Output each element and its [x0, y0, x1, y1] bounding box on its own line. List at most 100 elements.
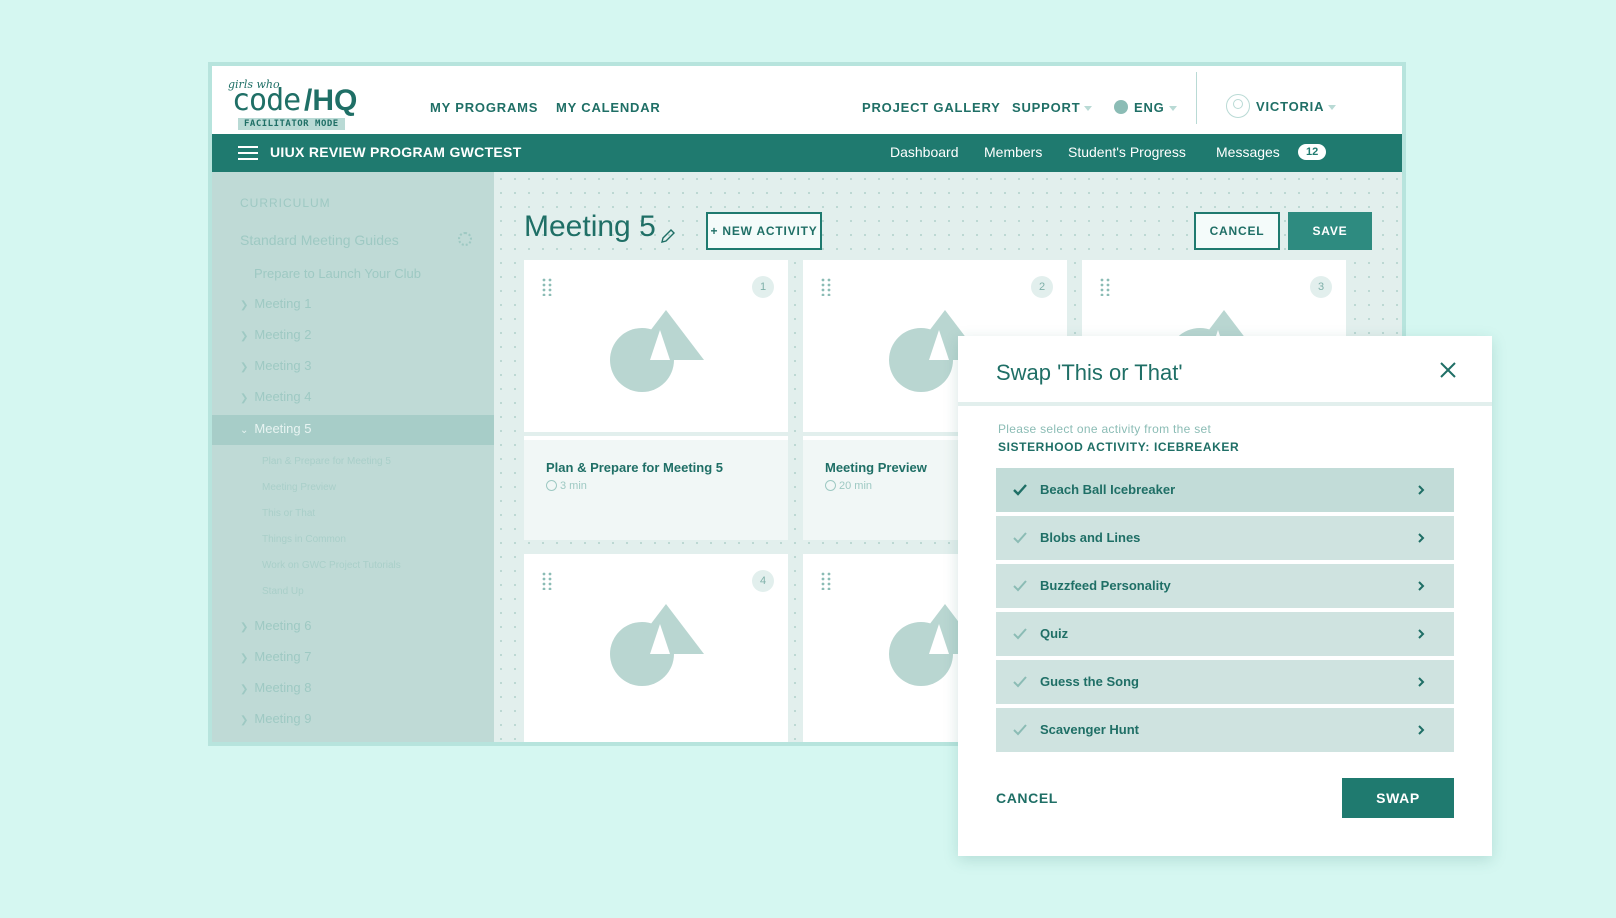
activity-info: Plan & Prepare for Meeting 5 3 min [524, 440, 788, 540]
activity-set-name: SISTERHOOD ACTIVITY: ICEBREAKER [998, 440, 1240, 454]
language-selector[interactable]: ENG [1114, 100, 1177, 115]
sidebar-item-label: Meeting 4 [254, 389, 312, 404]
sidebar-subitem[interactable]: This or That [262, 508, 315, 519]
activity-option-blobs-and-lines[interactable]: Blobs and Lines [996, 516, 1454, 560]
placeholder-shapes-icon [610, 310, 704, 392]
sidebar-item-label: Meeting 9 [254, 711, 312, 726]
chevron-right-icon: ❯ [240, 684, 249, 695]
activity-number: 3 [1310, 276, 1332, 298]
sidebar-item-prepare[interactable]: Prepare to Launch Your Club [254, 266, 421, 281]
activity-card[interactable]: 4 [524, 554, 788, 742]
program-nav-dashboard[interactable]: Dashboard [890, 144, 959, 160]
nav-project-gallery[interactable]: PROJECT GALLERY [862, 100, 1001, 115]
sidebar-subitem[interactable]: Stand Up [262, 586, 304, 597]
sidebar-subitem[interactable]: Work on GWC Project Tutorials [262, 560, 401, 571]
sidebar-item-label: Meeting 2 [254, 327, 312, 342]
activity-option-buzzfeed-personality[interactable]: Buzzfeed Personality [996, 564, 1454, 608]
modal-hint: Please select one activity from the set [998, 422, 1212, 436]
activity-card[interactable]: 1 Plan & Prepare for Meeting 5 3 min [524, 260, 788, 540]
sidebar-item-meeting-2[interactable]: ❯ Meeting 2 [240, 327, 311, 342]
chevron-right-icon: ❯ [240, 715, 249, 726]
sidebar-item-label: Meeting 1 [254, 296, 312, 311]
chevron-down-icon: ⌄ [240, 425, 249, 436]
activity-duration: 20 min [825, 480, 872, 492]
sidebar-item-label: Meeting 7 [254, 649, 312, 664]
sidebar-item-meeting-7[interactable]: ❯ Meeting 7 [240, 649, 311, 664]
girls-who-code-hq-logo[interactable]: girls who code /HQ FACILITATOR MODE [228, 78, 368, 130]
chevron-down-icon [1328, 105, 1337, 111]
curriculum-sidebar: CURRICULUM Standard Meeting Guides Prepa… [212, 172, 494, 742]
close-icon[interactable] [1436, 358, 1460, 382]
sidebar-item-meeting-6[interactable]: ❯ Meeting 6 [240, 618, 311, 633]
activity-option-beach-ball[interactable]: Beach Ball Icebreaker [996, 468, 1454, 512]
drag-handle-icon[interactable] [821, 278, 831, 296]
user-name: VICTORIA [1256, 99, 1325, 114]
program-nav-members[interactable]: Members [984, 144, 1042, 160]
new-activity-button[interactable]: + NEW ACTIVITY [706, 212, 822, 250]
activity-option-quiz[interactable]: Quiz [996, 612, 1454, 656]
program-bar: UIUX REVIEW PROGRAM GWCTEST Dashboard Me… [212, 134, 1402, 172]
duration-label: 3 min [560, 480, 587, 492]
gear-icon[interactable] [458, 232, 472, 246]
check-icon [1013, 580, 1027, 592]
messages-count-badge: 12 [1298, 144, 1327, 160]
activity-option-scavenger-hunt[interactable]: Scavenger Hunt [996, 708, 1454, 752]
swap-button[interactable]: SWAP [1342, 778, 1454, 818]
pencil-icon[interactable] [660, 228, 676, 244]
sidebar-item-meeting-4[interactable]: ❯ Meeting 4 [240, 389, 311, 404]
nav-support[interactable]: SUPPORT [1012, 100, 1093, 115]
chevron-down-icon [1168, 106, 1177, 112]
activity-option-label: Scavenger Hunt [1040, 722, 1139, 737]
swap-activity-modal: Swap 'This or That' Please select one ac… [958, 336, 1492, 856]
drag-handle-icon[interactable] [542, 278, 552, 296]
sidebar-item-meeting-8[interactable]: ❯ Meeting 8 [240, 680, 311, 695]
top-navigation-bar: girls who code /HQ FACILITATOR MODE MY P… [212, 66, 1402, 134]
sidebar-section-label: CURRICULUM [240, 196, 331, 210]
chevron-right-icon [1418, 725, 1425, 735]
chevron-right-icon: ❯ [240, 300, 249, 311]
modal-divider [958, 402, 1492, 406]
logo-hq: /HQ [304, 84, 358, 117]
chevron-right-icon [1418, 533, 1425, 543]
chevron-right-icon: ❯ [240, 653, 249, 664]
modal-cancel-button[interactable]: CANCEL [996, 790, 1058, 806]
facilitator-mode-badge: FACILITATOR MODE [238, 118, 345, 130]
chevron-right-icon: ❯ [240, 331, 249, 342]
chevron-right-icon [1418, 581, 1425, 591]
sidebar-subitem[interactable]: Meeting Preview [262, 482, 336, 493]
nav-my-programs[interactable]: MY PROGRAMS [430, 100, 538, 115]
sidebar-subitem[interactable]: Things in Common [262, 534, 346, 545]
save-button[interactable]: SAVE [1288, 212, 1372, 250]
language-label: ENG [1134, 100, 1165, 115]
sidebar-item-meeting-5[interactable]: ⌄ Meeting 5 [240, 421, 311, 436]
activity-thumbnail: 1 [524, 260, 788, 436]
cancel-button[interactable]: CANCEL [1194, 212, 1280, 250]
drag-handle-icon[interactable] [1100, 278, 1110, 296]
activity-option-guess-the-song[interactable]: Guess the Song [996, 660, 1454, 704]
program-nav-messages[interactable]: Messages [1216, 144, 1280, 160]
logo-code: code [232, 83, 301, 118]
chevron-right-icon [1418, 485, 1425, 495]
nav-my-calendar[interactable]: MY CALENDAR [556, 100, 661, 115]
chevron-down-icon [1084, 106, 1093, 112]
sidebar-subitem[interactable]: Plan & Prepare for Meeting 5 [262, 456, 391, 467]
activity-number: 1 [752, 276, 774, 298]
sidebar-item-meeting-3[interactable]: ❯ Meeting 3 [240, 358, 311, 373]
globe-icon [1114, 100, 1128, 114]
nav-support-label: SUPPORT [1012, 100, 1081, 115]
menu-icon[interactable] [238, 146, 258, 160]
nav-divider [1196, 72, 1197, 124]
drag-handle-icon[interactable] [542, 572, 552, 590]
duration-label: 20 min [839, 480, 873, 492]
chevron-right-icon: ❯ [240, 362, 249, 373]
avatar-icon [1226, 94, 1250, 118]
clock-icon [546, 480, 557, 491]
user-menu[interactable]: VICTORIA [1226, 94, 1337, 118]
modal-title: Swap 'This or That' [996, 360, 1183, 385]
activity-title: Plan & Prepare for Meeting 5 [546, 460, 723, 475]
sidebar-item-meeting-9[interactable]: ❯ Meeting 9 [240, 711, 311, 726]
drag-handle-icon[interactable] [821, 572, 831, 590]
activity-title: Meeting Preview [825, 460, 927, 475]
sidebar-item-meeting-1[interactable]: ❯ Meeting 1 [240, 296, 311, 311]
program-nav-students-progress[interactable]: Student's Progress [1068, 144, 1186, 160]
